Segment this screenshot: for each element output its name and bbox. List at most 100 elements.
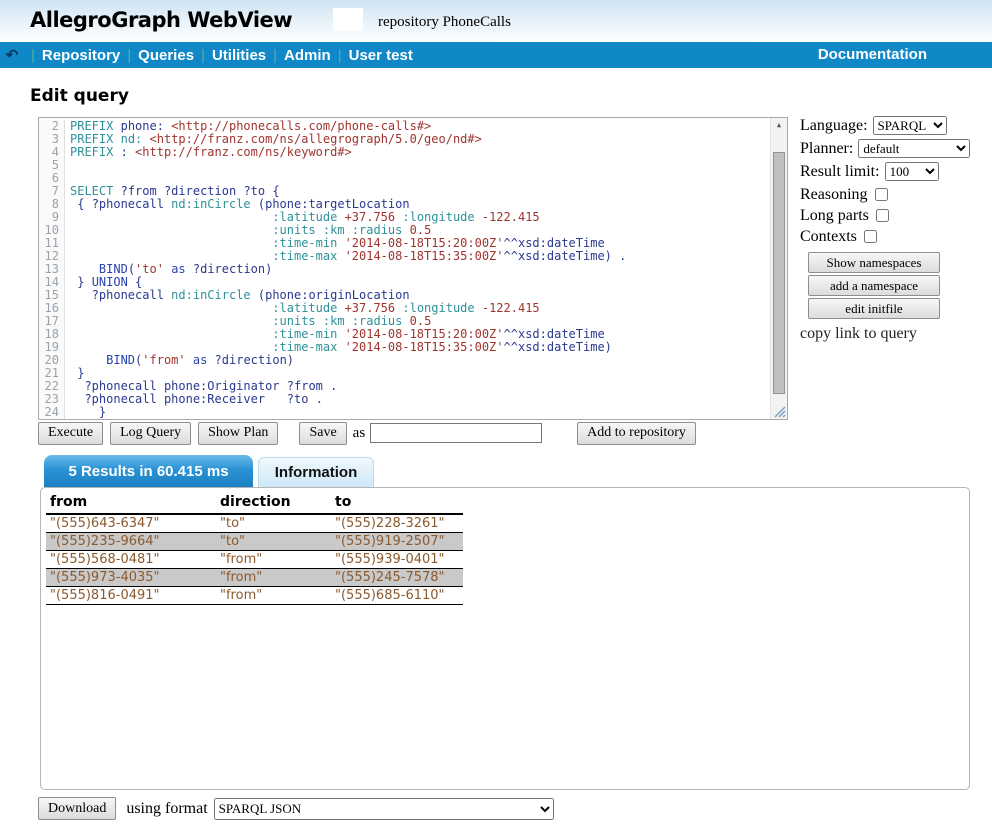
tab-information[interactable]: Information [258, 457, 374, 487]
query-editor[interactable]: 2PREFIX phone: <http://phonecalls.com/ph… [38, 117, 788, 420]
contexts-checkbox[interactable] [864, 230, 877, 243]
download-row: Download using format SPARQL JSON [38, 797, 554, 820]
scrollbar-thumb[interactable] [773, 152, 785, 394]
add-to-repository-button[interactable]: Add to repository [577, 422, 696, 445]
cell-direction: "from" [216, 587, 331, 605]
code-line[interactable]: 5 [39, 159, 769, 172]
table-row: "(555)235-9664""to""(555)919-2507" [46, 533, 463, 551]
code-text[interactable]: PREFIX : <http://franz.com/ns/keyword#> [65, 146, 352, 159]
cell-to: "(555)245-7578" [331, 569, 463, 587]
table-row: "(555)973-4035""from""(555)245-7578" [46, 569, 463, 587]
nav-item-user-test[interactable]: User test [349, 47, 413, 64]
execute-button[interactable]: Execute [38, 422, 103, 445]
cell-to: "(555)685-6110" [331, 587, 463, 605]
cell-from: "(555)235-9664" [46, 533, 216, 551]
cell-direction: "to" [216, 514, 331, 533]
nav-separator: | [273, 47, 277, 64]
code-line[interactable]: 24 } [39, 406, 769, 419]
code-line[interactable]: 20 BIND('from' as ?direction) [39, 354, 769, 367]
language-row: Language: SPARQL [800, 115, 990, 136]
nav-separator: | [338, 47, 342, 64]
webview-page: AllegroGraph WebView repository PhoneCal… [0, 0, 992, 828]
language-select[interactable]: SPARQL [873, 116, 947, 135]
nav-item-queries[interactable]: Queries [138, 47, 194, 64]
nav-separator: | [31, 47, 35, 64]
nav-item-admin[interactable]: Admin [284, 47, 331, 64]
nav-item-utilities[interactable]: Utilities [212, 47, 266, 64]
option-toggles: Reasoning Long parts Contexts [800, 184, 990, 247]
code-text[interactable] [65, 159, 70, 172]
code-line[interactable]: 23 ?phonecall phone:Receiver ?to . [39, 393, 769, 406]
navbar: ↶ | Repository | Queries | Utilities | Admin | Us… [0, 42, 992, 68]
scroll-up-icon[interactable]: ▲ [771, 118, 787, 133]
long-parts-label: Long parts [800, 207, 869, 225]
cell-to: "(555)228-3261" [331, 514, 463, 533]
nav-items: | Repository | Queries | Utilities | Admin | User… [24, 47, 413, 64]
results-panel: fromdirectionto "(555)643-6347""to""(555… [40, 487, 970, 790]
show-plan-button[interactable]: Show Plan [198, 422, 278, 445]
back-arrow-icon[interactable]: ↶ [0, 46, 24, 64]
planner-row: Planner: default [800, 138, 990, 159]
results-table: fromdirectionto "(555)643-6347""to""(555… [46, 492, 463, 605]
page-title: Edit query [30, 86, 129, 106]
line-number: 24 [39, 406, 65, 419]
table-row: "(555)568-0481""from""(555)939-0401" [46, 551, 463, 569]
contexts-label: Contexts [800, 228, 857, 246]
result-limit-select[interactable]: 100 [885, 162, 939, 181]
code-text[interactable]: } [65, 406, 106, 419]
table-header-row: fromdirectionto [46, 492, 463, 514]
log-query-button[interactable]: Log Query [110, 422, 191, 445]
cell-from: "(555)568-0481" [46, 551, 216, 569]
long-parts-checkbox[interactable] [876, 209, 889, 222]
format-select[interactable]: SPARQL JSON [214, 798, 554, 820]
namespace-buttons: Show namespacesadd a namespaceedit initf… [800, 252, 990, 319]
cell-from: "(555)816-0491" [46, 587, 216, 605]
cell-from: "(555)643-6347" [46, 514, 216, 533]
reasoning-label: Reasoning [800, 186, 868, 204]
table-row: "(555)643-6347""to""(555)228-3261" [46, 514, 463, 533]
nav-separator: | [127, 47, 131, 64]
result-limit-label: Result limit: [800, 163, 880, 181]
resize-grip-icon[interactable] [773, 405, 786, 418]
long-parts-row: Long parts [800, 205, 990, 226]
contexts-row: Contexts [800, 226, 990, 247]
nav-item-documentation[interactable]: Documentation [818, 42, 927, 68]
cell-direction: "from" [216, 551, 331, 569]
download-button[interactable]: Download [38, 797, 116, 820]
banner-spacer [333, 8, 363, 31]
action-row: Execute Log Query Show Plan Save as Add … [38, 421, 696, 445]
table-body: "(555)643-6347""to""(555)228-3261""(555)… [46, 514, 463, 605]
result-limit-row: Result limit: 100 [800, 161, 990, 182]
code-text[interactable]: BIND('from' as ?direction) [65, 354, 294, 367]
add-a-namespace-button[interactable]: add a namespace [808, 275, 940, 296]
cell-from: "(555)973-4035" [46, 569, 216, 587]
editor-lines[interactable]: 2PREFIX phone: <http://phonecalls.com/ph… [39, 120, 769, 419]
cell-direction: "from" [216, 569, 331, 587]
show-namespaces-button[interactable]: Show namespaces [808, 252, 940, 273]
code-line[interactable]: 13 BIND('to' as ?direction) [39, 263, 769, 276]
cell-direction: "to" [216, 533, 331, 551]
save-button[interactable]: Save [299, 422, 346, 445]
column-header-to: to [331, 492, 463, 514]
cell-to: "(555)919-2507" [331, 533, 463, 551]
save-name-input[interactable] [370, 423, 542, 443]
tab-results[interactable]: 5 Results in 60.415 ms [44, 455, 253, 487]
planner-label: Planner: [800, 140, 853, 158]
table-row: "(555)816-0491""from""(555)685-6110" [46, 587, 463, 605]
nav-separator: | [201, 47, 205, 64]
code-line[interactable]: 4PREFIX : <http://franz.com/ns/keyword#> [39, 146, 769, 159]
query-options-sidebar: Language: SPARQL Planner: default Result… [800, 115, 990, 343]
reasoning-checkbox[interactable] [875, 188, 888, 201]
as-label: as [353, 425, 366, 442]
repository-label: repository PhoneCalls [378, 14, 511, 31]
editor-scrollbar[interactable]: ▲ [770, 118, 787, 419]
result-tabs: 5 Results in 60.415 ms Information [44, 455, 374, 487]
cell-to: "(555)939-0401" [331, 551, 463, 569]
reasoning-row: Reasoning [800, 184, 990, 205]
format-label: using format [126, 800, 207, 818]
nav-item-repository[interactable]: Repository [42, 47, 120, 64]
planner-select[interactable]: default [858, 139, 970, 158]
edit-initfile-button[interactable]: edit initfile [808, 298, 940, 319]
copy-link-to-query[interactable]: copy link to query [800, 325, 990, 343]
column-header-direction: direction [216, 492, 331, 514]
